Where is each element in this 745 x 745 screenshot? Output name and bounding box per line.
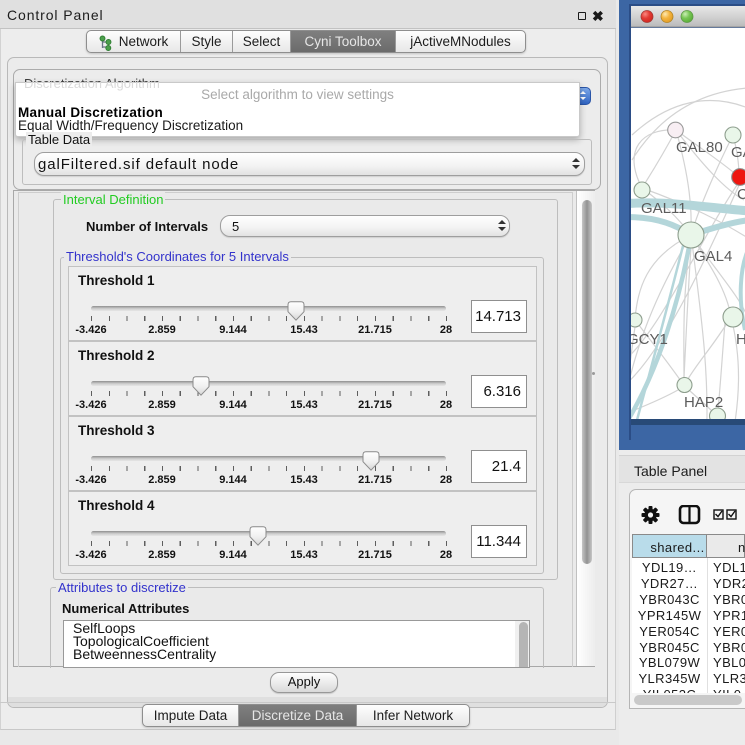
svg-text:GA: GA — [731, 144, 745, 161]
svg-text:GAL11: GAL11 — [641, 200, 687, 217]
svg-text:CY: CY — [737, 186, 745, 203]
svg-text:H: H — [736, 331, 745, 348]
svg-text:HAP2: HAP2 — [684, 394, 723, 411]
svg-text:GCY1: GCY1 — [627, 331, 668, 348]
svg-text:GAL80: GAL80 — [676, 139, 723, 156]
svg-text:GAL4: GAL4 — [694, 248, 732, 265]
